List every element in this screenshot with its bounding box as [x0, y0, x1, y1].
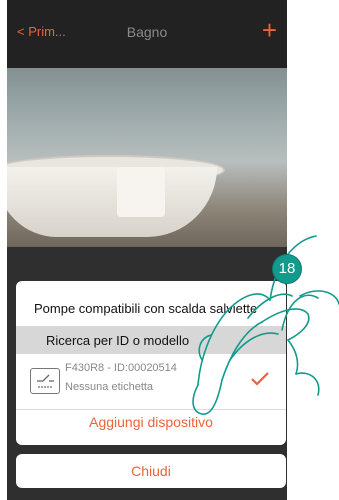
step-badge: 18: [272, 254, 302, 284]
hand-pointer-icon: [192, 235, 339, 415]
